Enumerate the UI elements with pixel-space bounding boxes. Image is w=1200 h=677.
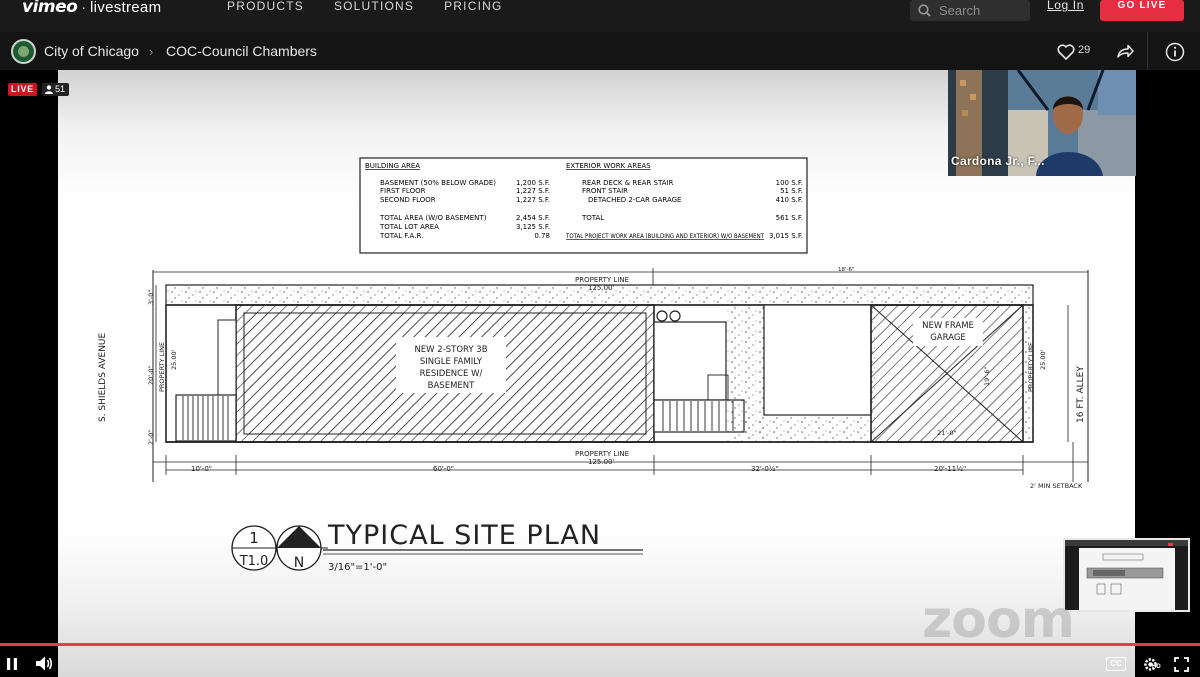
channel-bar: City of Chicago › COC-Council Chambers 2…: [0, 32, 1200, 70]
search-input[interactable]: [939, 3, 1025, 18]
row-lot-label: TOTAL LOT AREA: [379, 223, 439, 231]
row-first-label: FIRST FLOOR: [380, 187, 426, 195]
row-far-value: 0.78: [534, 232, 550, 240]
logo-separator: ·: [81, 0, 87, 15]
breadcrumb-event[interactable]: COC-Council Chambers: [166, 43, 317, 59]
property-line-bottom: PROPERTY LINE: [575, 450, 629, 458]
row-front-stair-value: 51 S.F.: [780, 187, 803, 195]
title-block: 1 T1.0 N TYPICAL SITE PLAN 3/16"=1'-0": [231, 520, 643, 573]
dim-20: 20'-0": [147, 365, 155, 385]
top-nav: vimeo · livestream PRODUCTS SOLUTIONS PR…: [0, 0, 1200, 32]
sheet-ref: T1.0: [239, 554, 269, 569]
captions-icon[interactable]: CC: [1106, 657, 1126, 671]
row-front-stair-label: FRONT STAIR: [582, 187, 628, 195]
dim-60: 60'-0": [433, 465, 454, 473]
main-nav: PRODUCTS SOLUTIONS PRICING: [227, 0, 503, 14]
drawing-title: TYPICAL SITE PLAN: [327, 520, 601, 551]
dim-10: 10'-0": [191, 465, 212, 473]
sheet-number: 1: [249, 529, 259, 547]
alley-label: 16 FT. ALLEY: [1076, 366, 1086, 423]
dim-32: 32'-0½": [751, 465, 779, 473]
live-badge: LIVE: [8, 83, 37, 96]
share-icon[interactable]: [1115, 42, 1135, 62]
row-first-value: 1,227 S.F.: [516, 187, 550, 195]
prop-line-right: PROPERTY LINE: [1027, 342, 1035, 392]
area-tables: BUILDING AREA BASEMENT (50% BELOW GRADE)…: [359, 157, 808, 254]
pause-icon[interactable]: [5, 657, 19, 671]
viewer-count-badge: 51: [42, 83, 70, 96]
login-link[interactable]: Log In: [1047, 0, 1084, 12]
channel-avatar[interactable]: [11, 39, 36, 64]
width-right: 25.00': [1039, 349, 1047, 370]
residence-label-3: RESIDENCE W/: [420, 369, 483, 379]
speaker-name: Cardona Jr., F...: [951, 154, 1045, 168]
row-deck-value: 100 S.F.: [776, 179, 803, 187]
app: vimeo · livestream PRODUCTS SOLUTIONS PR…: [0, 0, 1200, 677]
row-total-area-label: TOTAL AREA (W/O BASEMENT): [379, 214, 487, 222]
prop-line-left: PROPERTY LINE: [158, 342, 166, 392]
row-basement-label: BASEMENT (50% BELOW GRADE): [380, 179, 496, 187]
video-player[interactable]: BUILDING AREA BASEMENT (50% BELOW GRADE)…: [0, 70, 1200, 677]
nav-products[interactable]: PRODUCTS: [227, 0, 304, 14]
garage-label-2: GARAGE: [930, 333, 966, 343]
hd-badge: HD: [1152, 664, 1161, 670]
divider: [1147, 32, 1148, 70]
setback-label: 2' MIN SETBACK: [1030, 482, 1083, 490]
search-box[interactable]: [910, 0, 1030, 21]
residence-label-2: SINGLE FAMILY: [420, 357, 483, 367]
go-live-button[interactable]: GO LIVE: [1100, 0, 1184, 21]
screen-thumbnail[interactable]: [1063, 538, 1190, 612]
dim-21: 21'-0": [937, 429, 957, 437]
property-line-top: PROPERTY LINE: [575, 276, 629, 284]
drawing-scale: 3/16"=1'-0": [328, 562, 387, 573]
exterior-title: EXTERIOR WORK AREAS: [566, 162, 651, 170]
dim-3: 3'-0": [147, 290, 155, 305]
dim-19-6: 19'-6": [983, 366, 991, 386]
fullscreen-icon[interactable]: [1174, 657, 1189, 672]
logo-vimeo: vimeo: [22, 0, 78, 17]
viewer-count: 51: [55, 84, 66, 94]
row-deck-label: REAR DECK & REAR STAIR: [582, 179, 674, 187]
zoom-watermark: zoom: [922, 590, 1075, 650]
residence-label-1: NEW 2-STORY 3B: [414, 345, 487, 355]
progress-bar[interactable]: [0, 643, 1200, 646]
row-total-area-value: 2,454 S.F.: [516, 214, 550, 222]
chevron-right-icon: ›: [149, 44, 154, 59]
garage-label-1: NEW FRAME: [922, 321, 974, 331]
row-basement-value: 1,200 S.F.: [516, 179, 550, 187]
logo-livestream: livestream: [90, 0, 162, 16]
row-second-label: SECOND FLOOR: [380, 196, 436, 204]
width-left: 25.00': [170, 349, 178, 370]
dim-2: 2'-0": [147, 430, 155, 445]
row-garage-label: DETACHED 2-CAR GARAGE: [588, 196, 681, 204]
row-project-label: TOTAL PROJECT WORK AREA (BUILDING AND EX…: [565, 233, 764, 240]
nav-solutions[interactable]: SOLUTIONS: [334, 0, 414, 14]
street-label: S. SHIELDS AVENUE: [98, 332, 108, 422]
like-count: 29: [1078, 44, 1091, 56]
row-lot-value: 3,125 S.F.: [516, 223, 550, 231]
search-icon: [918, 4, 931, 17]
vimeo-livestream-logo[interactable]: vimeo · livestream: [22, 0, 162, 17]
heart-icon[interactable]: [1056, 42, 1076, 62]
row-garage-value: 410 S.F.: [776, 196, 803, 204]
row-second-value: 1,227 S.F.: [516, 196, 550, 204]
nav-pricing[interactable]: PRICING: [444, 0, 502, 14]
lot-length-bottom: 125.00': [588, 458, 614, 466]
top-mark: 18'-6": [838, 267, 855, 273]
row-project-value: 3,015 S.F.: [769, 232, 803, 240]
building-area-title: BUILDING AREA: [365, 162, 420, 170]
progress-fill: [0, 643, 1200, 646]
dim-20-11: 20'-11½": [934, 465, 966, 473]
volume-icon[interactable]: [35, 655, 53, 672]
person-icon: [45, 85, 53, 94]
residence-label-4: BASEMENT: [428, 381, 475, 391]
breadcrumb-channel[interactable]: City of Chicago: [44, 43, 139, 59]
info-icon[interactable]: [1165, 42, 1185, 62]
lot-length-top: 125.00': [588, 284, 614, 292]
row-total-value: 561 S.F.: [776, 214, 803, 222]
row-far-label: TOTAL F.A.R.: [379, 232, 423, 240]
row-total-label: TOTAL: [581, 214, 604, 222]
north-arrow: N: [294, 555, 304, 571]
